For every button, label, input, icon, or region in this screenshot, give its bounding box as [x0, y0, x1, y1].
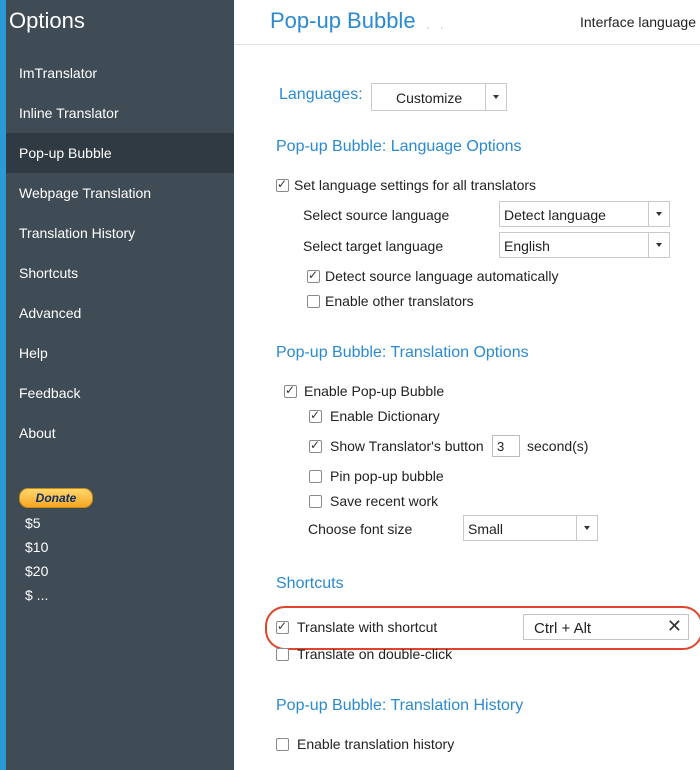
chevron-down-icon [576, 516, 597, 540]
checkbox-detect-source-auto[interactable] [307, 268, 320, 283]
show-translator-button-label: Show Translator's button [330, 438, 484, 454]
source-language-value: Detect language [504, 207, 606, 223]
sidebar-accent-strip [0, 0, 6, 770]
sidebar-item-inline-translator[interactable]: Inline Translator [19, 93, 234, 133]
chevron-down-icon [648, 202, 669, 226]
sidebar-item-feedback[interactable]: Feedback [19, 373, 234, 413]
set-all-translators-label: Set language settings for all translator… [294, 177, 537, 193]
checkbox-enable-dictionary[interactable] [309, 408, 322, 423]
enable-dictionary-label: Enable Dictionary [330, 408, 440, 424]
interface-language-link[interactable]: Interface language [580, 14, 696, 30]
checkbox-enable-translation-history[interactable] [276, 738, 289, 751]
donate-amount-20[interactable]: $20 [25, 563, 48, 579]
checkbox-translate-double-click[interactable] [276, 648, 289, 661]
page-title: Pop-up Bubble [270, 8, 416, 33]
main-panel: Pop-up Bubble . . Interface language Lan… [234, 0, 700, 770]
font-size-select[interactable]: Small [463, 515, 598, 541]
languages-select[interactable]: Customize [371, 83, 507, 111]
checkbox-save-recent-work[interactable] [309, 495, 322, 508]
translate-double-click-label: Translate on double-click [297, 646, 453, 662]
section-heading-translation-history: Pop-up Bubble: Translation History [276, 697, 524, 714]
font-size-label: Choose font size [308, 521, 413, 537]
checkbox-pin-popup-bubble[interactable] [309, 470, 322, 483]
target-language-value: English [504, 238, 550, 254]
sidebar-item-translation-history[interactable]: Translation History [19, 213, 234, 253]
sidebar-title: Options [9, 8, 85, 33]
languages-select-value: Customize [396, 90, 463, 106]
section-heading-translation-options: Pop-up Bubble: Translation Options [276, 344, 529, 361]
sidebar-item-help[interactable]: Help [19, 333, 234, 373]
sidebar-item-advanced[interactable]: Advanced [19, 293, 234, 333]
close-icon[interactable]: ✕ [667, 616, 682, 637]
translate-with-shortcut-label: Translate with shortcut [297, 619, 438, 635]
shortcut-key-input[interactable]: Ctrl + Alt ✕ [523, 614, 689, 640]
sidebar-item-imtranslator[interactable]: ImTranslator [19, 53, 234, 93]
seconds-input[interactable]: 3 [492, 435, 520, 457]
source-language-select[interactable]: Detect language [499, 201, 670, 227]
donate-amount-custom[interactable]: $ ... [25, 587, 48, 603]
sidebar: Options ImTranslator Inline Translator P… [0, 0, 234, 770]
section-heading-language-options: Pop-up Bubble: Language Options [276, 138, 522, 155]
header-bar: Pop-up Bubble . . Interface language [234, 0, 700, 45]
enable-translation-history-label: Enable translation history [297, 736, 455, 752]
detect-source-auto-label: Detect source language automatically [325, 268, 559, 284]
checkbox-translate-with-shortcut[interactable] [276, 619, 289, 634]
checkbox-set-all-translators[interactable] [276, 177, 289, 192]
chevron-down-icon [648, 233, 669, 257]
enable-popup-bubble-label: Enable Pop-up Bubble [304, 383, 445, 399]
section-heading-shortcuts: Shortcuts [276, 575, 344, 592]
chevron-down-icon [485, 84, 506, 110]
donate-amount-10[interactable]: $10 [25, 539, 48, 555]
title-decoration: . . [426, 16, 447, 32]
save-recent-work-label: Save recent work [330, 493, 439, 509]
font-size-value: Small [468, 521, 504, 537]
pin-popup-bubble-label: Pin pop-up bubble [330, 468, 444, 484]
checkbox-enable-popup-bubble[interactable] [284, 383, 297, 398]
seconds-unit-label: second(s) [527, 438, 589, 454]
checkbox-enable-other-translators[interactable] [307, 295, 320, 308]
donate-button[interactable]: Donate [19, 488, 93, 508]
languages-label: Languages: [279, 86, 363, 103]
shortcut-key-value: Ctrl + Alt [534, 620, 592, 637]
source-language-label: Select source language [303, 207, 450, 223]
sidebar-item-about[interactable]: About [19, 413, 234, 453]
target-language-label: Select target language [303, 238, 444, 254]
donate-amount-5[interactable]: $5 [25, 515, 41, 531]
target-language-select[interactable]: English [499, 232, 670, 258]
checkbox-show-translator-button[interactable] [309, 438, 322, 453]
enable-other-translators-label: Enable other translators [325, 293, 474, 309]
sidebar-item-webpage-translation[interactable]: Webpage Translation [19, 173, 234, 213]
sidebar-item-shortcuts[interactable]: Shortcuts [19, 253, 234, 293]
sidebar-item-popup-bubble[interactable]: Pop-up Bubble [6, 133, 234, 173]
